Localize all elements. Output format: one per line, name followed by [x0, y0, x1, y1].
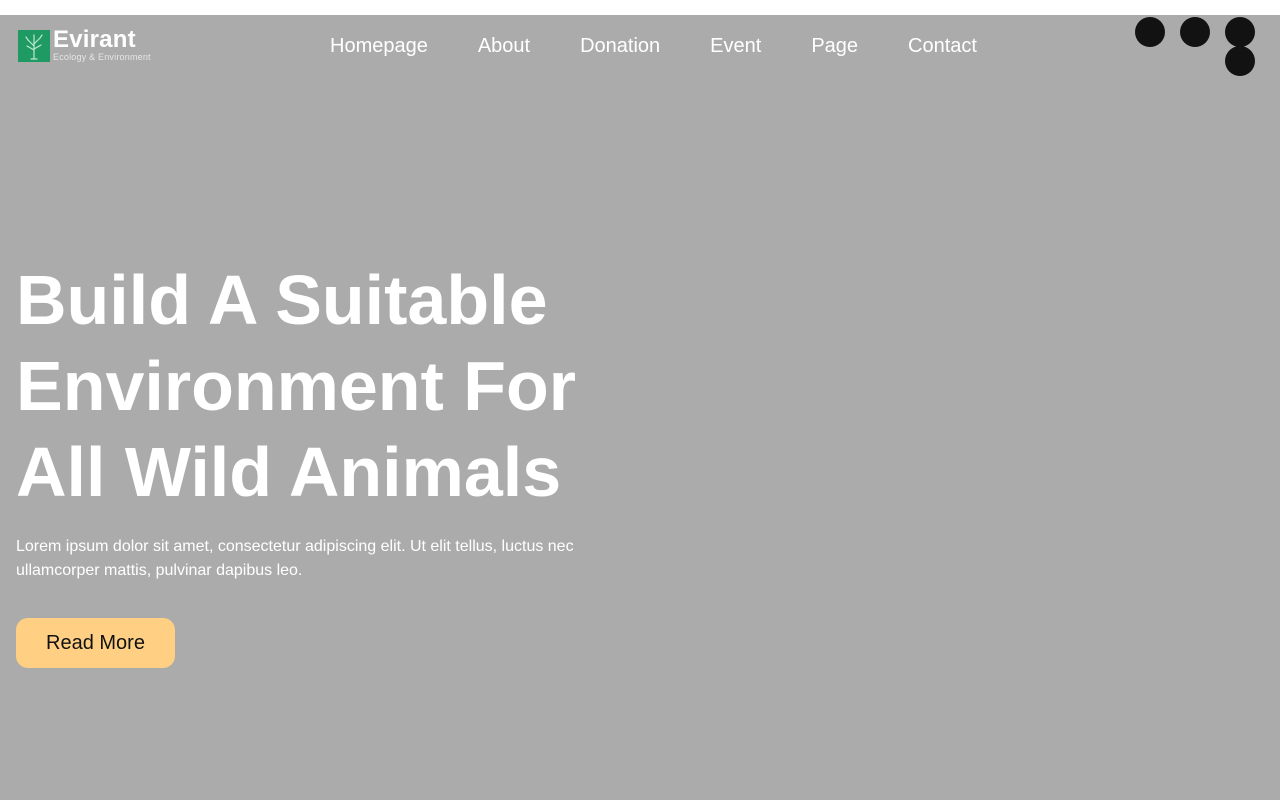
brand-name: Evirant — [53, 26, 136, 53]
logo-text: Evirant Ecology & Environment — [53, 26, 151, 62]
nav-item-homepage[interactable]: Homepage — [330, 35, 428, 58]
header-dot-icon[interactable] — [1225, 17, 1255, 47]
read-more-button[interactable]: Read More — [16, 618, 175, 668]
hero-title-line: Build A Suitable — [16, 261, 548, 339]
hero-description-line: ullamcorper mattis, pulvinar dapibus leo… — [16, 562, 303, 579]
hero-title-line: All Wild Animals — [16, 433, 562, 511]
hero-description-line: Lorem ipsum dolor sit amet, consectetur … — [16, 538, 574, 555]
header-dot-icon[interactable] — [1180, 17, 1210, 47]
hero-title: Build A Suitable Environment For All Wil… — [16, 257, 656, 515]
nav-item-donation[interactable]: Donation — [580, 35, 660, 58]
main-nav: Homepage About Donation Event Page Conta… — [330, 35, 977, 57]
tree-icon — [18, 30, 50, 62]
hero-section: Evirant Ecology & Environment Homepage A… — [0, 15, 1280, 800]
nav-item-about[interactable]: About — [478, 35, 530, 58]
hero-description: Lorem ipsum dolor sit amet, consectetur … — [16, 535, 606, 583]
nav-item-contact[interactable]: Contact — [908, 35, 977, 58]
site-logo[interactable]: Evirant Ecology & Environment — [18, 26, 151, 62]
page: Evirant Ecology & Environment Homepage A… — [0, 0, 1280, 800]
nav-item-page[interactable]: Page — [811, 35, 858, 58]
brand-tagline: Ecology & Environment — [53, 52, 151, 62]
header-dot-icon[interactable] — [1225, 46, 1255, 76]
nav-item-event[interactable]: Event — [710, 35, 761, 58]
hero-title-line: Environment For — [16, 347, 577, 425]
header-dot-icon[interactable] — [1135, 17, 1165, 47]
